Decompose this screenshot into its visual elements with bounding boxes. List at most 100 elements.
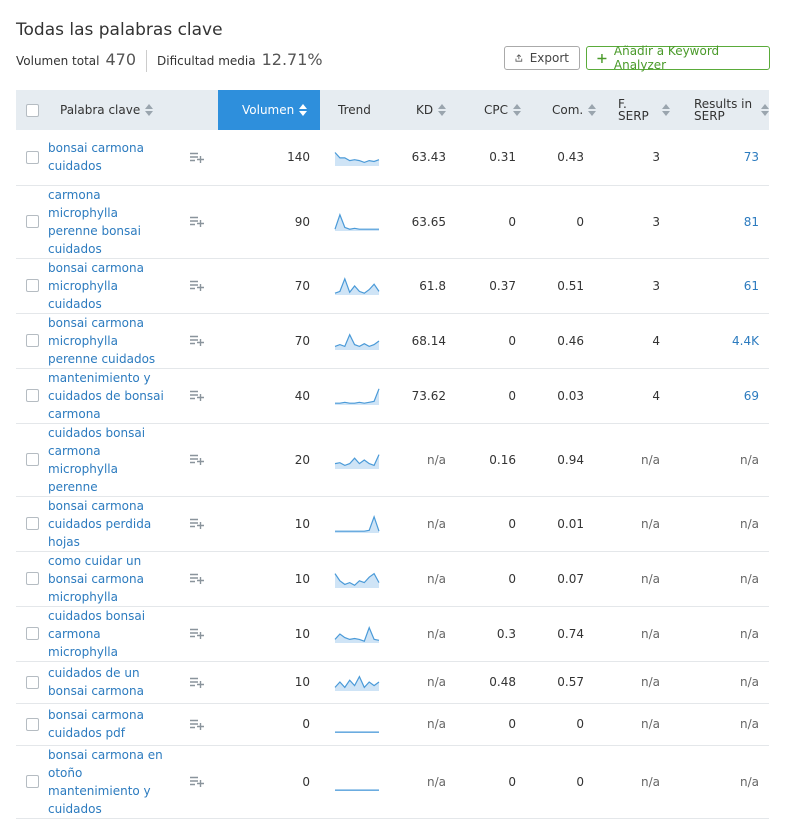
row-select-cell: [16, 258, 48, 314]
row-checkbox[interactable]: [26, 627, 39, 640]
cpc-cell: 0: [460, 745, 530, 819]
keyword-link[interactable]: bonsai carmona cuidados pdf: [48, 706, 168, 742]
col-keyword[interactable]: Palabra clave: [48, 90, 218, 130]
row-checkbox[interactable]: [26, 389, 39, 402]
col-results[interactable]: Results in SERP: [670, 90, 769, 130]
row-select-cell: [16, 661, 48, 704]
col-results-label: Results in SERP: [694, 97, 753, 123]
sort-icon: [588, 104, 597, 116]
sort-icon: [438, 104, 447, 116]
com-cell: 0.74: [530, 606, 598, 662]
keyword-link[interactable]: como cuidar un bonsai carmona microphyll…: [48, 552, 168, 606]
col-cpc-label: CPC: [484, 103, 508, 117]
trend-sparkline: [334, 152, 380, 167]
keyword-link[interactable]: cuidados bonsai carmona microphylla pere…: [48, 424, 168, 496]
keyword-link[interactable]: bonsai carmona cuidados: [48, 139, 168, 175]
results-cell[interactable]: 81: [670, 185, 769, 259]
table-row: bonsai carmona cuidados perdida hojas 10 n…: [16, 496, 769, 552]
add-to-list-icon[interactable]: [190, 390, 204, 401]
table-row: como cuidar un bonsai carmona microphyll…: [16, 551, 769, 607]
keyword-link[interactable]: bonsai carmona cuidados perdida hojas: [48, 497, 168, 551]
keyword-cell: cuidados bonsai carmona microphylla pere…: [48, 423, 218, 497]
keyword-link[interactable]: mantenimiento y cuidados de bonsai carmo…: [48, 369, 168, 423]
keyword-link[interactable]: cuidados bonsai carmona microphylla: [48, 607, 168, 661]
keyword-link[interactable]: bonsai carmona en otoño mantenimiento y …: [48, 746, 168, 818]
com-cell: 0.94: [530, 423, 598, 497]
add-to-list-icon[interactable]: [190, 719, 204, 730]
trend-sparkline: [335, 731, 379, 733]
trend-sparkline: [334, 332, 380, 350]
add-to-list-icon[interactable]: [190, 216, 204, 227]
trend-cell: [320, 551, 396, 607]
cpc-cell: 0.31: [460, 130, 530, 186]
add-to-list-icon[interactable]: [190, 152, 204, 163]
results-cell: n/a: [670, 551, 769, 607]
kd-cell: n/a: [396, 551, 460, 607]
keyword-cell: bonsai carmona cuidados pdf: [48, 703, 218, 746]
col-kd[interactable]: KD: [396, 90, 460, 130]
add-to-list-icon[interactable]: [190, 573, 204, 584]
com-cell: 0.07: [530, 551, 598, 607]
col-volume[interactable]: Volumen: [218, 90, 320, 130]
export-button[interactable]: Export: [504, 46, 580, 70]
add-to-list-icon[interactable]: [190, 518, 204, 529]
col-com[interactable]: Com.: [530, 90, 598, 130]
trend-sparkline: [334, 572, 380, 588]
add-to-keyword-analyzer-button[interactable]: Añadir a Keyword Analyzer: [586, 44, 770, 72]
row-checkbox[interactable]: [26, 717, 39, 731]
row-checkbox[interactable]: [26, 215, 39, 228]
fserp-cell: n/a: [598, 423, 670, 497]
add-to-list-icon[interactable]: [190, 335, 204, 346]
kd-cell: n/a: [396, 661, 460, 704]
volume-cell: 70: [218, 258, 320, 314]
avg-difficulty-label: Dificultad media: [157, 54, 256, 68]
cpc-cell: 0: [460, 496, 530, 552]
add-to-list-icon[interactable]: [190, 776, 204, 787]
row-select-cell: [16, 185, 48, 259]
add-to-list-icon[interactable]: [190, 454, 204, 465]
cpc-cell: 0.3: [460, 606, 530, 662]
keywords-table: Palabra clave Volumen Trend KD CPC Com. …: [16, 90, 769, 819]
add-to-list-icon[interactable]: [190, 280, 204, 291]
row-checkbox[interactable]: [26, 675, 39, 689]
trend-sparkline: [334, 453, 380, 469]
results-cell[interactable]: 69: [670, 368, 769, 424]
keyword-link[interactable]: cuidados de un bonsai carmona: [48, 664, 168, 700]
keyword-link[interactable]: carmona microphylla perenne bonsai cuida…: [48, 186, 168, 258]
total-volume-label: Volumen total: [16, 54, 100, 68]
results-cell[interactable]: 73: [670, 130, 769, 186]
sort-icon: [513, 104, 521, 116]
row-checkbox[interactable]: [26, 334, 39, 347]
page-title: Todas las palabras clave: [16, 20, 223, 40]
results-cell[interactable]: 4.4K: [670, 313, 769, 369]
cpc-cell: 0: [460, 368, 530, 424]
row-checkbox[interactable]: [26, 517, 39, 530]
com-cell: 0.01: [530, 496, 598, 552]
trend-area: [335, 516, 379, 533]
add-to-list-icon[interactable]: [190, 628, 204, 639]
keyword-link[interactable]: bonsai carmona microphylla perenne cuida…: [48, 314, 168, 368]
fserp-cell: n/a: [598, 551, 670, 607]
volume-cell: 0: [218, 703, 320, 746]
results-cell: n/a: [670, 423, 769, 497]
col-cpc[interactable]: CPC: [460, 90, 530, 130]
col-fserp[interactable]: F. SERP: [598, 90, 670, 130]
keyword-cell: bonsai carmona cuidados: [48, 130, 218, 186]
trend-cell: [320, 661, 396, 704]
select-all-checkbox[interactable]: [26, 103, 39, 117]
avg-difficulty-value: 12.71%: [261, 50, 323, 69]
row-checkbox[interactable]: [26, 279, 39, 292]
fserp-cell: n/a: [598, 661, 670, 704]
results-cell: n/a: [670, 745, 769, 819]
kd-cell: n/a: [396, 745, 460, 819]
add-to-list-icon[interactable]: [190, 677, 204, 688]
results-cell[interactable]: 61: [670, 258, 769, 314]
trend-cell: [320, 606, 396, 662]
volume-cell: 20: [218, 423, 320, 497]
row-checkbox[interactable]: [26, 150, 39, 164]
row-checkbox[interactable]: [26, 453, 39, 466]
keyword-link[interactable]: bonsai carmona microphylla cuidados: [48, 259, 168, 313]
table-header-row: Palabra clave Volumen Trend KD CPC Com. …: [16, 90, 769, 130]
row-checkbox[interactable]: [26, 775, 39, 788]
row-checkbox[interactable]: [26, 572, 39, 585]
